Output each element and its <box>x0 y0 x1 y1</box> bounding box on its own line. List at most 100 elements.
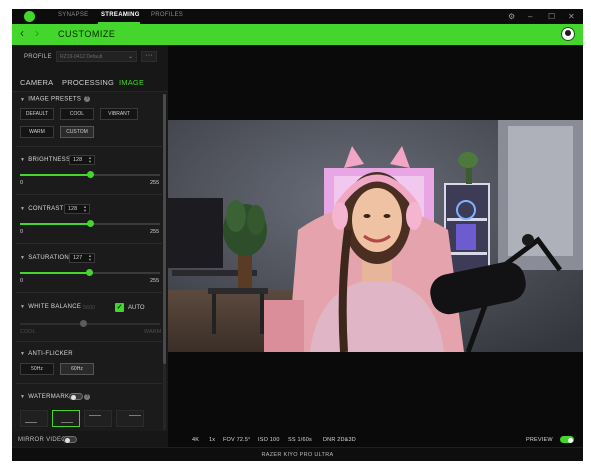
stepper-arrows-icon[interactable]: ▲ ▼ <box>88 156 92 164</box>
title-bar: SYNAPSE STREAMING PROFILES ⚙ – ☐ ✕ <box>12 9 583 24</box>
watermark-glyph <box>89 415 101 416</box>
watermark-position-top-right[interactable] <box>116 410 144 427</box>
stat-resolution: 4K <box>192 437 200 443</box>
nav-streaming[interactable]: STREAMING <box>101 12 140 18</box>
contrast-slider[interactable] <box>20 220 160 227</box>
app-window: SYNAPSE STREAMING PROFILES ⚙ – ☐ ✕ ‹ › C… <box>12 9 583 461</box>
watermark-header[interactable]: ▼ WATERMARK <box>20 394 69 400</box>
anti-flicker-60hz-button[interactable]: 60Hz <box>60 363 94 375</box>
stat-zoom: 1x <box>209 437 216 443</box>
saturation-stepper[interactable]: 127 ▲ ▼ <box>69 253 95 263</box>
watermark-position-top-left[interactable] <box>84 410 112 427</box>
contrast-header[interactable]: ▼ CONTRAST <box>20 206 64 212</box>
collapse-caret-icon: ▼ <box>20 157 26 163</box>
watermark-toggle[interactable] <box>69 393 83 400</box>
minimize-button[interactable]: – <box>528 11 532 22</box>
preview-toggle[interactable] <box>560 436 574 443</box>
white-balance-auto-checkbox[interactable]: ✓ <box>115 303 124 312</box>
settings-panel: PROFILE RZ19-0412 Default ⌄ ··· CAMERA P… <box>12 45 168 447</box>
nav-synapse[interactable]: SYNAPSE <box>58 12 88 18</box>
toggle-knob <box>71 394 76 400</box>
forward-arrow-icon[interactable]: › <box>35 26 39 40</box>
profile-dropdown[interactable]: RZ19-0412 Default ⌄ <box>56 51 137 62</box>
contrast-stepper[interactable]: 128 ▲ ▼ <box>64 204 90 214</box>
white-balance-header[interactable]: ▼ WHITE BALANCE <box>20 304 81 310</box>
image-presets-header[interactable]: ▼ IMAGE PRESETS? <box>20 96 91 103</box>
razer-logo-icon <box>24 11 35 22</box>
contrast-slider-knob[interactable] <box>86 220 94 227</box>
collapse-caret-icon: ▼ <box>20 96 26 103</box>
white-balance-slider <box>20 320 160 327</box>
saturation-value: 127 <box>73 255 83 261</box>
collapse-caret-icon: ▼ <box>20 394 26 400</box>
section-divider <box>16 341 162 342</box>
watermark-position-bottom-left[interactable] <box>20 410 48 427</box>
page-title: CUSTOMIZE <box>58 29 116 39</box>
mirror-video-label: MIRROR VIDEO <box>18 437 67 443</box>
anti-flicker-title: ANTI-FLICKER <box>28 351 73 357</box>
brightness-slider-knob[interactable] <box>86 171 94 178</box>
preview-status-bar: 4K 1x FOV 72.5° ISO 100 SS 1/60s DNR 2D&… <box>168 433 583 447</box>
gear-icon[interactable]: ⚙ <box>508 11 515 22</box>
collapse-caret-icon: ▼ <box>20 351 26 357</box>
profile-label: PROFILE <box>24 54 52 60</box>
section-divider <box>16 243 162 244</box>
preset-custom-button[interactable]: CUSTOM <box>60 126 94 138</box>
saturation-title: SATURATION <box>28 255 70 261</box>
stepper-arrows-icon[interactable]: ▲ ▼ <box>88 254 92 262</box>
anti-flicker-header[interactable]: ▼ ANTI-FLICKER <box>20 351 73 357</box>
stat-shutter: SS 1/60s <box>288 437 312 443</box>
mirror-video-toggle[interactable] <box>63 436 77 443</box>
preset-vibrant-button[interactable]: VIBRANT <box>100 108 138 120</box>
brightness-header[interactable]: ▼ BRIGHTNESS <box>20 157 70 163</box>
collapse-caret-icon: ▼ <box>20 255 26 261</box>
image-settings-scroll[interactable]: ▼ IMAGE PRESETS? DEFAULT COOL VIBRANT WAR… <box>12 91 168 431</box>
saturation-min: 0 <box>20 278 24 284</box>
saturation-slider-fill <box>20 272 90 274</box>
info-icon[interactable]: ? <box>84 96 91 102</box>
watermark-glyph <box>129 415 141 416</box>
saturation-slider-knob[interactable] <box>86 269 94 276</box>
contrast-max: 255 <box>150 229 160 235</box>
info-icon[interactable]: ? <box>84 394 90 400</box>
brightness-slider[interactable] <box>20 171 160 178</box>
brightness-slider-fill <box>20 174 91 176</box>
tab-processing[interactable]: PROCESSING <box>62 78 114 87</box>
collapse-caret-icon: ▼ <box>20 206 26 212</box>
stepper-arrows-icon[interactable]: ▲ ▼ <box>83 205 87 213</box>
back-arrow-icon[interactable]: ‹ <box>20 26 24 40</box>
tab-camera[interactable]: CAMERA <box>20 78 53 87</box>
preview-label: PREVIEW <box>526 437 553 443</box>
watermark-glyph <box>61 422 73 423</box>
watermark-position-bottom-center[interactable] <box>52 410 80 427</box>
contrast-min: 0 <box>20 229 24 235</box>
preset-default-button[interactable]: DEFAULT <box>20 108 54 120</box>
saturation-slider[interactable] <box>20 269 160 276</box>
toggle-knob <box>65 437 70 443</box>
saturation-header[interactable]: ▼ SATURATION <box>20 255 69 261</box>
section-divider <box>16 292 162 293</box>
chevron-down-icon: ⌄ <box>127 54 133 60</box>
brightness-stepper[interactable]: 128 ▲ ▼ <box>69 155 95 165</box>
section-divider <box>16 383 162 384</box>
user-avatar-icon[interactable] <box>561 27 575 41</box>
tab-image[interactable]: IMAGE <box>119 78 144 87</box>
brightness-value: 128 <box>73 157 83 163</box>
preset-warm-button[interactable]: WARM <box>20 126 54 138</box>
more-options-button[interactable]: ··· <box>141 51 157 62</box>
preset-cool-button[interactable]: COOL <box>60 108 94 120</box>
scrollbar-thumb[interactable] <box>163 94 166 364</box>
white-balance-min-label: COOL <box>20 329 36 335</box>
collapse-caret-icon: ▼ <box>20 304 26 310</box>
white-balance-title: WHITE BALANCE <box>28 304 82 310</box>
brightness-title: BRIGHTNESS <box>28 157 71 163</box>
nav-profiles[interactable]: PROFILES <box>151 12 183 18</box>
close-button[interactable]: ✕ <box>568 11 575 22</box>
device-name: RAZER KIYO PRO ULTRA <box>261 452 334 458</box>
brightness-min: 0 <box>20 180 24 186</box>
anti-flicker-50hz-button[interactable]: 50Hz <box>20 363 54 375</box>
maximize-button[interactable]: ☐ <box>548 11 555 22</box>
contrast-value: 128 <box>68 206 78 212</box>
watermark-glyph <box>25 422 37 423</box>
device-footer: RAZER KIYO PRO ULTRA <box>12 447 583 461</box>
